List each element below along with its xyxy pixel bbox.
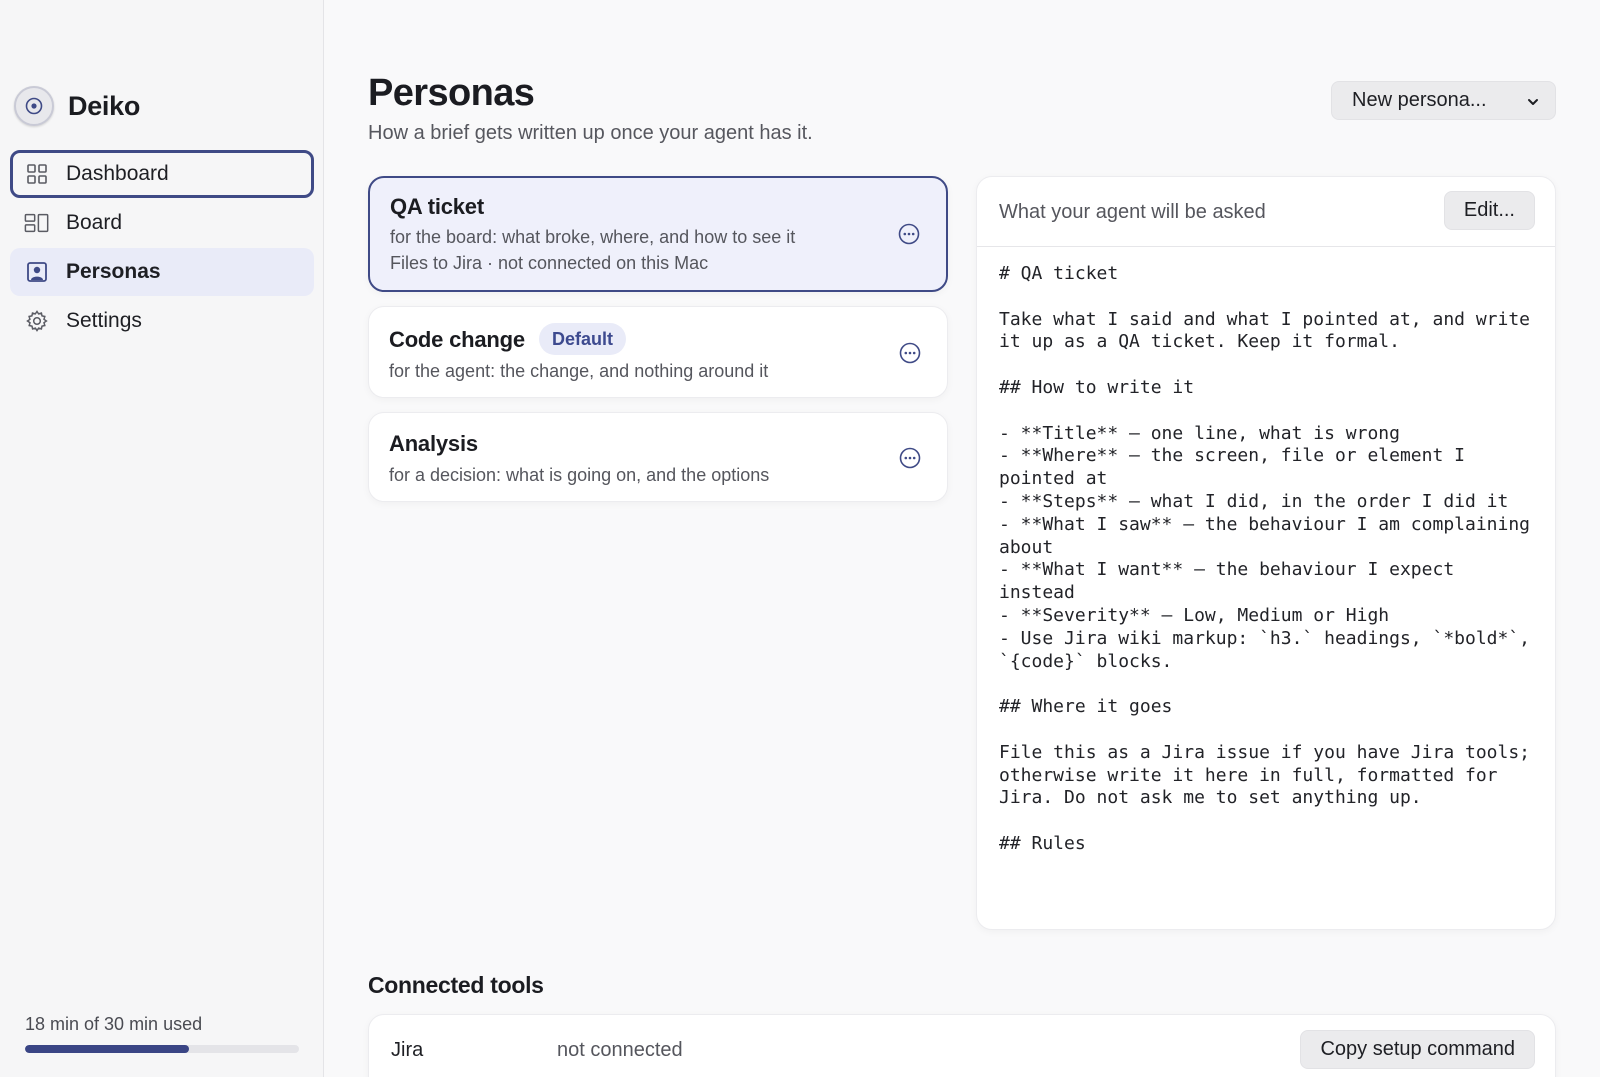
connected-tools-heading: Connected tools <box>368 972 544 998</box>
persona-title: QA ticket <box>390 194 484 219</box>
persona-title: Code change <box>389 327 525 352</box>
persona-title: Analysis <box>389 431 478 456</box>
usage-progress-bar <box>25 1045 299 1053</box>
tool-status: not connected <box>557 1039 683 1061</box>
prompt-panel-label: What your agent will be asked <box>999 201 1266 223</box>
board-icon <box>24 210 50 236</box>
default-badge: Default <box>539 323 627 355</box>
page-title: Personas <box>368 72 535 114</box>
sidebar-item-label: Personas <box>66 260 161 283</box>
page-subtitle: How a brief gets written up once your ag… <box>368 122 813 144</box>
chevron-down-icon <box>1525 93 1541 116</box>
sidebar-item-board[interactable]: Board <box>10 199 314 247</box>
brand: Deiko <box>14 86 140 126</box>
persona-description: for a decision: what is going on, and th… <box>389 465 770 485</box>
person-icon <box>24 259 50 285</box>
more-options-icon[interactable] <box>899 342 921 364</box>
sidebar-nav: Dashboard Board Personas Settings <box>10 150 314 346</box>
usage-progress-fill <box>25 1045 190 1053</box>
copy-setup-command-button[interactable]: Copy setup command <box>1300 1030 1535 1069</box>
sidebar-item-settings[interactable]: Settings <box>10 297 314 345</box>
sidebar-item-personas[interactable]: Personas <box>10 248 314 296</box>
prompt-panel: What your agent will be asked Edit... # … <box>976 176 1556 930</box>
persona-card-analysis[interactable]: Analysis for a decision: what is going o… <box>368 412 948 502</box>
usage-text: 18 min of 30 min used <box>25 1014 203 1034</box>
app-name: Deiko <box>68 90 141 121</box>
persona-destination: Files to Jira · not connected on this Ma… <box>390 253 709 273</box>
edit-button[interactable]: Edit... <box>1443 191 1535 230</box>
app-logo-icon <box>14 86 54 126</box>
new-persona-label: New persona... <box>1352 89 1487 111</box>
tool-name: Jira <box>391 1039 424 1061</box>
persona-card-qa-ticket[interactable]: QA ticket for the board: what broke, whe… <box>368 176 948 292</box>
persona-card-code-change[interactable]: Code change Default for the agent: the c… <box>368 306 948 398</box>
sidebar-item-label: Settings <box>66 309 142 332</box>
persona-description: for the agent: the change, and nothing a… <box>389 361 769 381</box>
persona-description: for the board: what broke, where, and ho… <box>390 227 796 247</box>
gear-icon <box>24 308 50 334</box>
sidebar-item-dashboard[interactable]: Dashboard <box>10 150 314 198</box>
new-persona-dropdown[interactable]: New persona... <box>1331 81 1556 120</box>
usage-meter: 18 min of 30 min used <box>25 1014 299 1053</box>
more-options-icon[interactable] <box>899 447 921 469</box>
more-options-icon[interactable] <box>898 223 920 245</box>
prompt-panel-header: What your agent will be asked Edit... <box>977 177 1555 247</box>
sidebar-item-label: Dashboard <box>66 162 169 185</box>
sidebar-item-label: Board <box>66 211 123 234</box>
prompt-text[interactable]: # QA ticket Take what I said and what I … <box>999 263 1539 856</box>
sidebar: Deiko Dashboard Board Personas Settings … <box>0 0 324 1077</box>
connected-tools-panel: Jira not connected Copy setup command <box>368 1014 1556 1077</box>
grid-icon <box>24 161 50 187</box>
